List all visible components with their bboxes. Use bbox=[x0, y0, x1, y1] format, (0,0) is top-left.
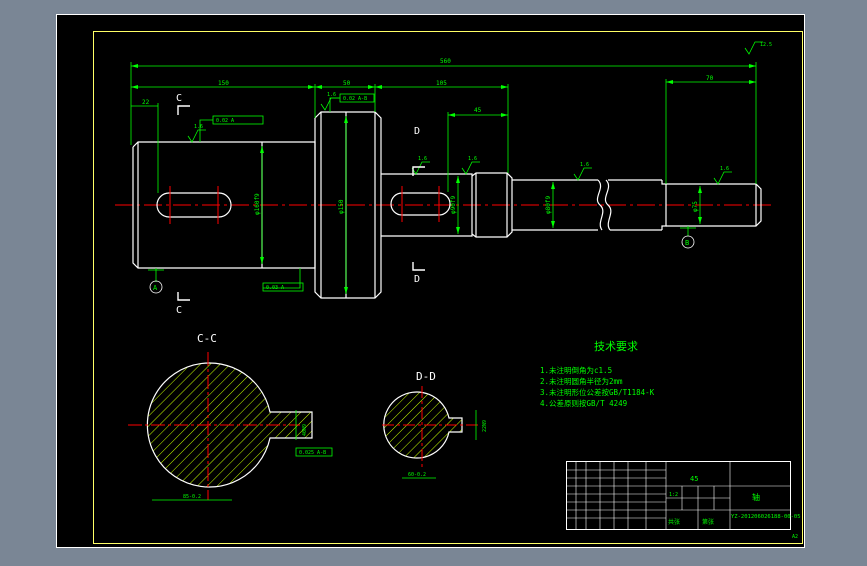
dim-right-len: 70 bbox=[706, 75, 714, 82]
dim-d1: φ160f9 bbox=[254, 193, 261, 215]
tol-frame-2: 0.02 A-B bbox=[343, 96, 367, 102]
dd-width: 22N9 bbox=[482, 420, 488, 432]
drawing-viewport: 560 150 50 105 45 70 22 φ160f9 φ150 φ90f… bbox=[0, 0, 867, 562]
tech-item-2: 2.未注明圆角半径为2mm bbox=[540, 376, 623, 386]
tol-frame-1: 0.02 A bbox=[216, 118, 234, 124]
section-cc-title: C-C bbox=[197, 332, 217, 345]
roughness-3: 1.6 bbox=[418, 156, 427, 162]
dim-overall: 560 bbox=[440, 58, 451, 65]
tol-frame-3: 0.03 A bbox=[266, 285, 284, 291]
section-d-top: D bbox=[414, 126, 420, 137]
dim-key-d-len: 45 bbox=[474, 107, 482, 114]
dim-left-len: 150 bbox=[218, 80, 229, 87]
cc-depth: 85-0.2 bbox=[183, 494, 201, 500]
tech-item-1: 1.未注明倒角为c1.5 bbox=[540, 365, 612, 375]
title-sheet-no: 第张 bbox=[702, 518, 714, 526]
dd-depth: 60-0.2 bbox=[408, 472, 426, 478]
roughness-4: 1.6 bbox=[468, 156, 477, 162]
section-c-bottom: C bbox=[176, 305, 182, 316]
page-number: A2 bbox=[792, 534, 798, 540]
roughness-1: 1.6 bbox=[194, 124, 203, 130]
section-c-top: C bbox=[176, 93, 182, 104]
tech-item-4: 4.公差原则按GB/T 4249 bbox=[540, 398, 627, 408]
dim-small: 22 bbox=[142, 99, 150, 106]
title-scale: 1:2 bbox=[669, 492, 678, 498]
tech-item-3: 3.未注明形位公差按GB/T1184-K bbox=[540, 387, 655, 397]
tech-title: 技术要求 bbox=[594, 340, 638, 353]
title-part-name: 轴 bbox=[752, 492, 760, 502]
title-sheet-count: 共张 bbox=[668, 518, 680, 526]
roughness-2: 1.6 bbox=[327, 92, 336, 98]
dim-d5: φ75 bbox=[692, 201, 699, 212]
dim-d4: φ80f9 bbox=[545, 196, 552, 214]
roughness-other: 12.5 bbox=[760, 42, 772, 48]
dim-d3: φ90f9 bbox=[450, 196, 457, 214]
title-drawing-no: YZ-201206026188-00-05 bbox=[731, 514, 801, 520]
datum-b: B bbox=[685, 239, 689, 247]
roughness-6: 1.6 bbox=[720, 166, 729, 172]
tol-frame-4: 0.025 A-B bbox=[299, 450, 326, 456]
dim-collar-len: 50 bbox=[343, 80, 351, 87]
section-d-bottom: D bbox=[414, 274, 420, 285]
roughness-5: 1.6 bbox=[580, 162, 589, 168]
cad-drawing: 560 150 50 105 45 70 22 φ160f9 φ150 φ90f… bbox=[56, 14, 805, 548]
cc-width: 40N9 bbox=[302, 424, 308, 436]
dim-mid-len: 105 bbox=[436, 80, 447, 87]
dim-d2: φ150 bbox=[338, 199, 345, 214]
title-material: 45 bbox=[690, 475, 698, 483]
section-dd-title: D-D bbox=[416, 370, 436, 383]
